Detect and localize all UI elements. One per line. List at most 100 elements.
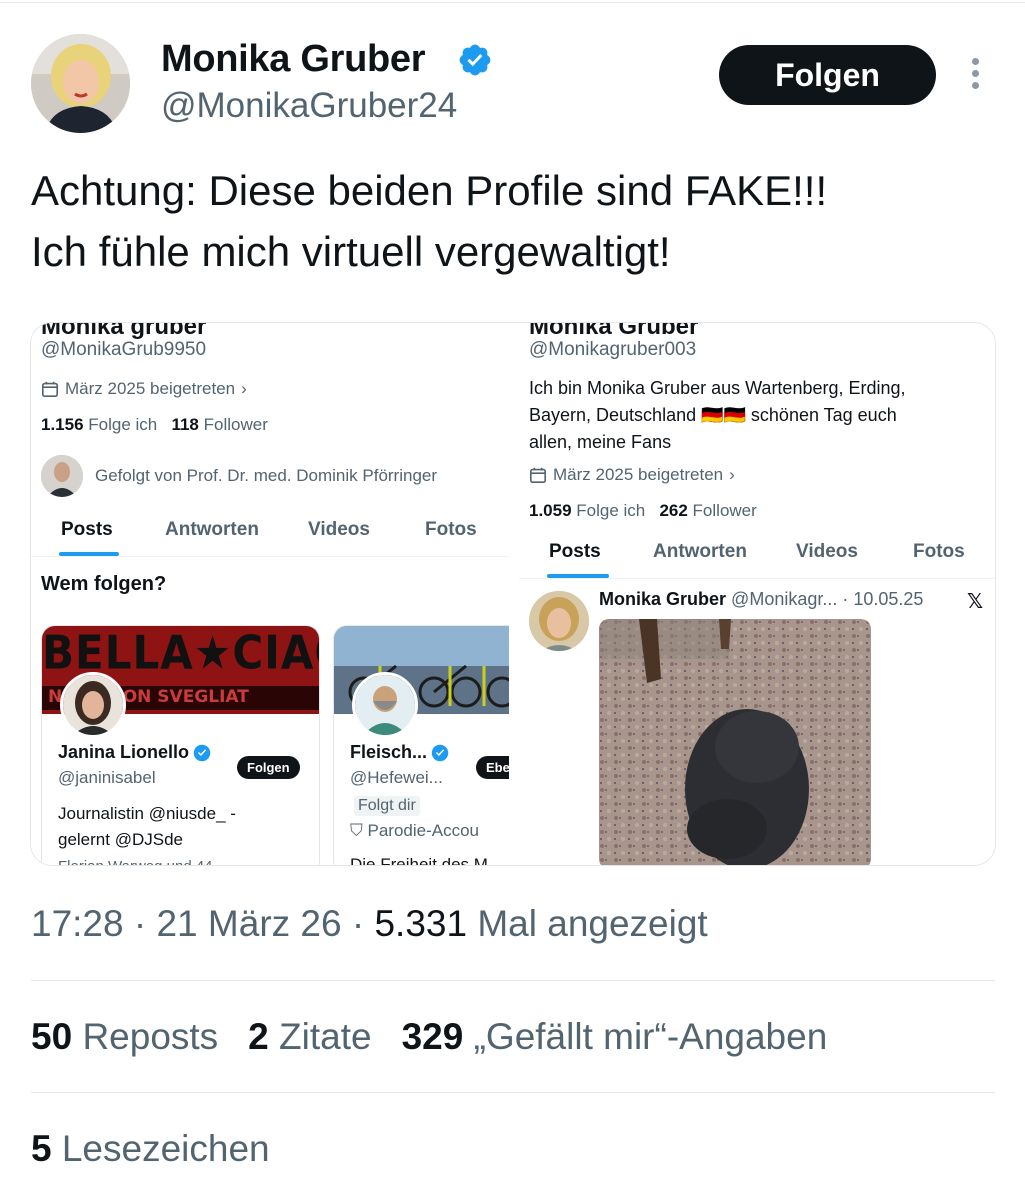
followed-by-text: Gefolgt von Prof. Dr. med. Dominik Pförr…	[95, 466, 438, 485]
follower-label: Follower	[692, 501, 757, 520]
profile-tabs: Posts Antworten Videos Fotos	[519, 531, 995, 579]
follower-count: 262	[659, 501, 688, 520]
panel-divider	[509, 323, 519, 865]
follower-avatar	[41, 455, 83, 497]
tab-videos[interactable]: Videos	[308, 519, 370, 541]
post-header: Monika Gruber @Monikagr... · 10.05.25	[599, 589, 923, 610]
card-name[interactable]: Fleisch...	[350, 742, 449, 763]
view-label: Mal angezeigt	[477, 903, 708, 944]
likes-count: 329	[401, 1016, 464, 1057]
likes-label: „Gefällt mir“-Angaben	[473, 1016, 828, 1057]
tab-videos[interactable]: Videos	[796, 541, 858, 563]
verified-badge-icon	[431, 744, 449, 761]
suggestion-card[interactable]: Fleisch... @Hefewei... Eben Folgt dir ⛉ …	[333, 625, 509, 866]
bio-line: allen, meine Fans	[529, 432, 672, 452]
card-bio-line: gelernt @DJSde	[58, 830, 183, 849]
tab-replies[interactable]: Antworten	[653, 541, 747, 563]
tweet-time[interactable]: 17:28	[31, 903, 124, 944]
card-name-text: Fleisch...	[350, 742, 428, 762]
author-handle[interactable]: @MonikaGruber24	[161, 86, 457, 126]
fake-profile-screenshot-2[interactable]: Monika Gruber @Monikagruber003 Ich bin M…	[519, 323, 995, 865]
who-to-follow-heading: Wem folgen?	[41, 573, 167, 595]
post-author-name[interactable]: Monika Gruber	[599, 589, 726, 609]
parody-text: Parodie-Accou	[367, 821, 479, 840]
reposts-stat[interactable]: 50 Reposts	[31, 1016, 218, 1057]
tab-replies[interactable]: Antworten	[165, 519, 259, 541]
tweet-line: Ich fühle mich virtuell vergewaltigt!	[31, 228, 671, 275]
active-tab-indicator	[547, 574, 609, 578]
card-bio-line: Journalistin @niusde_ -	[58, 804, 236, 823]
verified-badge-icon	[193, 744, 211, 761]
parody-icon: ⛉	[350, 821, 363, 840]
tab-photos[interactable]: Fotos	[913, 541, 965, 563]
follower-label: Follower	[203, 415, 268, 434]
tab-posts[interactable]: Posts	[61, 519, 113, 541]
tweet-meta: 17:28 · 21 März 26 · 5.331 Mal angezeigt	[31, 903, 708, 944]
more-options-icon[interactable]	[966, 58, 984, 94]
top-divider	[0, 2, 1025, 3]
chevron-right-icon: ›	[241, 379, 247, 398]
card-bio: Journalistin @niusde_ - gelernt @DJSde	[58, 801, 308, 853]
follow-stats: 1.059 Folge ich 262 Follower	[529, 501, 757, 521]
profile-tabs: Posts Antworten Videos Fotos	[31, 509, 509, 557]
suggestion-card[interactable]: BELLA★CIAO NA MI SON SVEGLIAT Janina Lio…	[41, 625, 320, 865]
post-avatar[interactable]	[529, 591, 589, 651]
follows-you-badge: Folgt dir	[354, 796, 420, 816]
bookmarks-stat[interactable]: 5 Lesezeichen	[31, 1128, 270, 1170]
bookmarks-count: 5	[31, 1128, 52, 1169]
tab-photos[interactable]: Fotos	[425, 519, 477, 541]
author-name[interactable]: Monika Gruber	[161, 38, 426, 81]
joined-date: März 2025 beigetreten ›	[41, 379, 247, 399]
card-handle: @janinisabel	[58, 768, 156, 787]
card-avatar[interactable]	[352, 672, 418, 738]
joined-text: März 2025 beigetreten	[65, 379, 236, 398]
x-logo-icon: 𝕏	[967, 591, 984, 613]
joined-date: März 2025 beigetreten ›	[529, 465, 735, 485]
tweet-line: Achtung: Diese beiden Profile sind FAKE!…	[31, 167, 828, 214]
follower-count: 118	[171, 415, 199, 434]
profile-bio: Ich bin Monika Gruber aus Wartenberg, Er…	[529, 375, 989, 456]
chevron-right-icon: ›	[729, 465, 735, 484]
tweet-date[interactable]: 21 März 26	[156, 903, 341, 944]
card-name-text: Janina Lionello	[58, 742, 190, 762]
reposts-count: 50	[31, 1016, 73, 1057]
bookmarks-label: Lesezeichen	[61, 1128, 270, 1169]
quotes-stat[interactable]: 2 Zitate	[248, 1016, 371, 1057]
following-count: 1.156	[41, 415, 84, 434]
profile-handle: @MonikaGrub9950	[41, 339, 207, 360]
quotes-label: Zitate	[279, 1016, 372, 1057]
card-bio: Die Freiheit des M	[350, 855, 488, 866]
bio-line: Bayern, Deutschland 🇩🇪🇩🇪 schönen Tag euc…	[529, 405, 897, 425]
calendar-icon	[529, 467, 547, 484]
card-name[interactable]: Janina Lionello	[58, 742, 211, 763]
likes-stat[interactable]: 329 „Gefällt mir“-Angaben	[402, 1016, 828, 1057]
tweet-media[interactable]: Monika gruber @MonikaGrub9950 März 2025 …	[30, 322, 996, 866]
author-avatar[interactable]	[31, 34, 130, 133]
divider	[31, 980, 995, 981]
card-follow-button[interactable]: Folgen	[237, 756, 300, 779]
verified-badge-icon	[459, 44, 491, 76]
profile-handle: @Monikagruber003	[529, 339, 697, 360]
reposts-label: Reposts	[82, 1016, 219, 1057]
fake-profile-screenshot-1[interactable]: Monika gruber @MonikaGrub9950 März 2025 …	[31, 323, 509, 866]
banner-text: BELLA★CIAO	[42, 626, 319, 680]
joined-text: März 2025 beigetreten	[553, 465, 724, 484]
tab-posts[interactable]: Posts	[549, 541, 601, 563]
quotes-count: 2	[248, 1016, 269, 1057]
follow-button[interactable]: Folgen	[719, 45, 936, 105]
card-avatar[interactable]	[60, 672, 126, 738]
calendar-icon	[41, 381, 59, 398]
following-label: Folge ich	[88, 415, 158, 434]
engagement-stats: 50 Reposts 2 Zitate 329 „Gefällt mir“-Anga…	[31, 1016, 827, 1058]
card-follow-back-button[interactable]: Eben	[476, 756, 509, 779]
followed-by: Gefolgt von Prof. Dr. med. Dominik Pförr…	[41, 455, 437, 497]
bio-line: Ich bin Monika Gruber aus Wartenberg, Er…	[529, 378, 906, 398]
tweet-text: Achtung: Diese beiden Profile sind FAKE!…	[31, 160, 991, 282]
follow-stats: 1.156 Folge ich 118 Follower	[41, 415, 268, 435]
post-date: · 10.05.25	[842, 589, 924, 609]
divider	[31, 1092, 995, 1093]
parody-label: ⛉ Parodie-Accou	[350, 821, 479, 841]
following-count: 1.059	[529, 501, 572, 520]
post-image[interactable]	[599, 619, 871, 865]
card-followers-preview: Florian Warweg und 44	[58, 858, 213, 865]
